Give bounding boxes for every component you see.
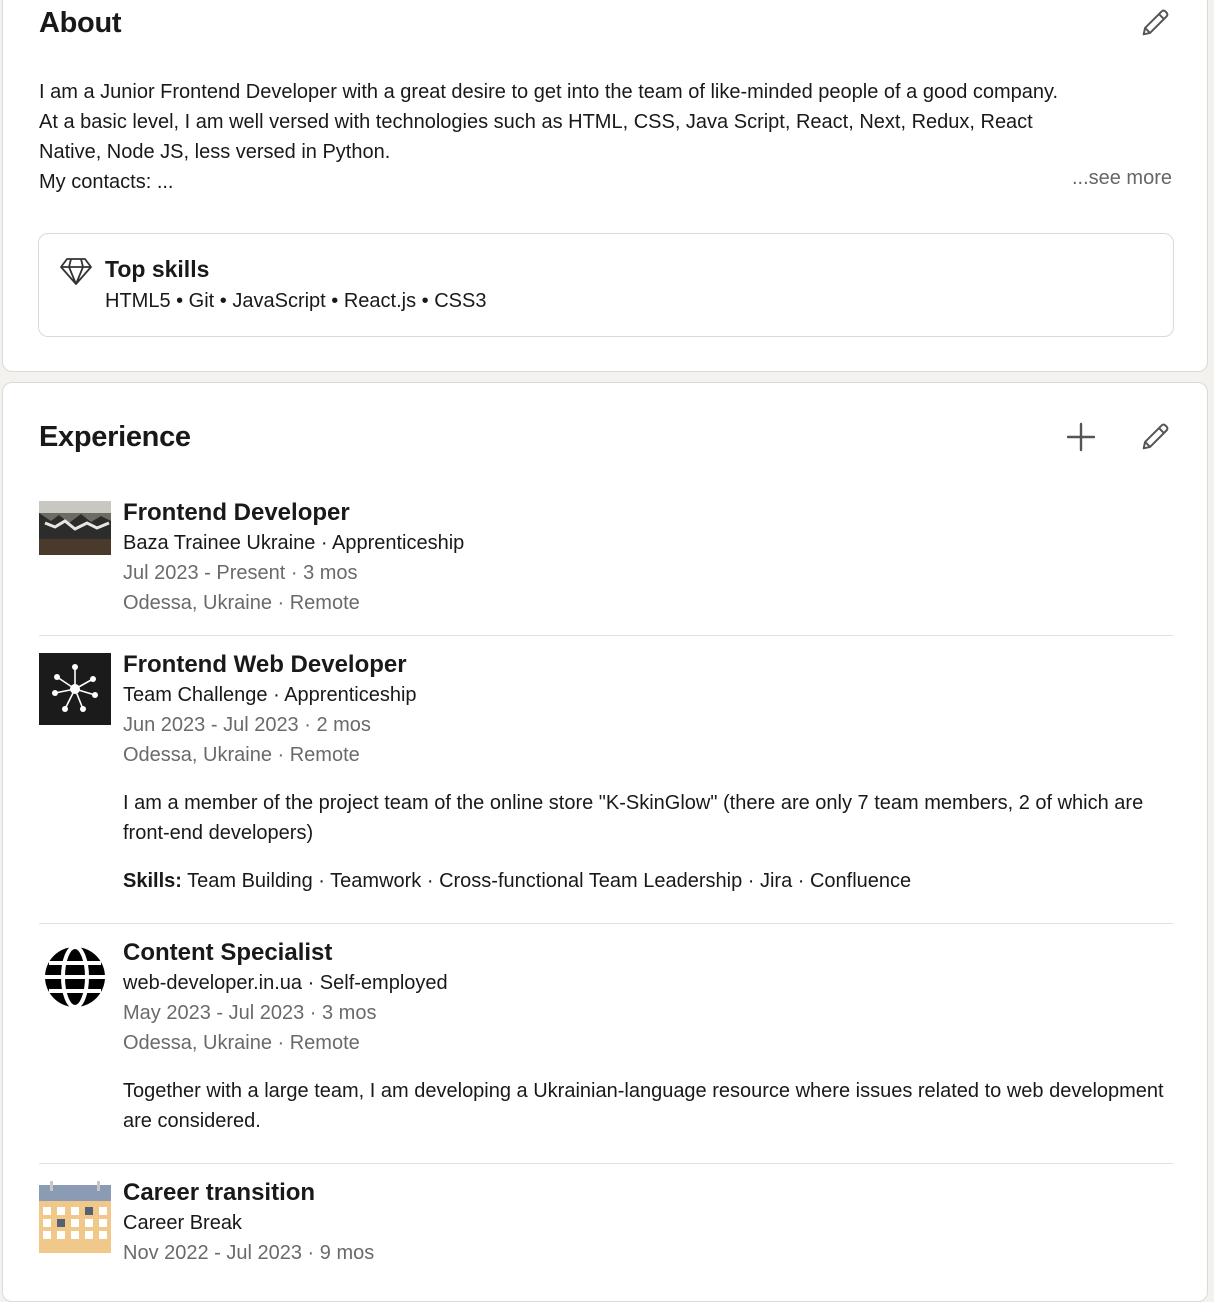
photo-logo [39,501,111,555]
network-node-logo [39,653,111,725]
top-skills-list: HTML5 • Git • JavaScript • React.js • CS… [105,290,487,312]
calendar-logo [39,1181,111,1253]
job-location: Odessa, Ukraine · Remote [123,592,360,614]
globe-logo [45,945,105,1009]
experience-details: Frontend Web Developer Team Challenge · … [123,650,1173,896]
skills-label: Skills: [123,870,182,892]
about-line: At a basic level, I am well versed with … [39,111,1033,133]
job-title[interactable]: Frontend Developer [123,498,1173,528]
add-experience-button[interactable] [1061,417,1101,457]
job-dates: Nov 2022 - Jul 2023 · 9 mos [123,1242,375,1264]
job-dates: May 2023 - Jul 2023 · 3 mos [123,1002,377,1024]
edit-about-button[interactable] [1135,3,1175,43]
about-title: About [39,7,122,39]
top-skills-box[interactable]: Top skills HTML5 • Git • JavaScript • Re… [38,233,1174,337]
job-dates: Jun 2023 - Jul 2023 · 2 mos [123,714,371,736]
divider [39,1163,1173,1164]
job-location: Odessa, Ukraine · Remote [123,744,360,766]
skills-values: Team Building · Teamwork · Cross-functio… [187,870,912,892]
job-description: I am a member of the project team of the… [123,792,1144,844]
job-location: Odessa, Ukraine · Remote [123,1032,360,1054]
company-name: Career Break [123,1212,242,1234]
about-line: Native, Node JS, less versed in Python. [39,141,391,163]
see-more-link[interactable]: ...see more [1072,167,1172,190]
about-line: My contacts: ... [39,171,174,193]
diamond-icon [60,258,92,285]
divider [39,923,1173,924]
about-line: I am a Junior Frontend Developer with a … [39,81,1059,103]
job-dates: Jul 2023 - Present · 3 mos [123,562,358,584]
experience-section: Experience Frontend Developer Baza Train… [2,382,1208,1302]
company-name: Baza Trainee Ukraine · Apprenticeship [123,532,465,554]
job-skills[interactable]: Skills: Team Building · Teamwork · Cross… [123,866,1173,896]
about-text: I am a Junior Frontend Developer with a … [39,77,1175,197]
plus-icon [1066,422,1096,452]
divider [39,635,1173,636]
experience-details: Career transition Career Break Nov 2022 … [123,1178,1173,1268]
company-name: web-developer.in.ua · Self-employed [123,972,448,994]
job-title[interactable]: Frontend Web Developer [123,650,1173,680]
experience-details: Content Specialist web-developer.in.ua ·… [123,938,1173,1136]
company-name: Team Challenge · Apprenticeship [123,684,417,706]
experience-details: Frontend Developer Baza Trainee Ukraine … [123,498,1173,618]
experience-title: Experience [39,421,191,453]
job-title[interactable]: Career transition [123,1178,1173,1208]
top-skills-title: Top skills [105,256,210,282]
about-section: About I am a Junior Frontend Developer w… [2,0,1208,372]
pencil-icon [1142,423,1169,450]
job-title[interactable]: Content Specialist [123,938,1173,968]
pencil-icon [1142,9,1169,36]
edit-experience-button[interactable] [1135,417,1175,457]
job-description: Together with a large team, I am develop… [123,1080,1164,1132]
